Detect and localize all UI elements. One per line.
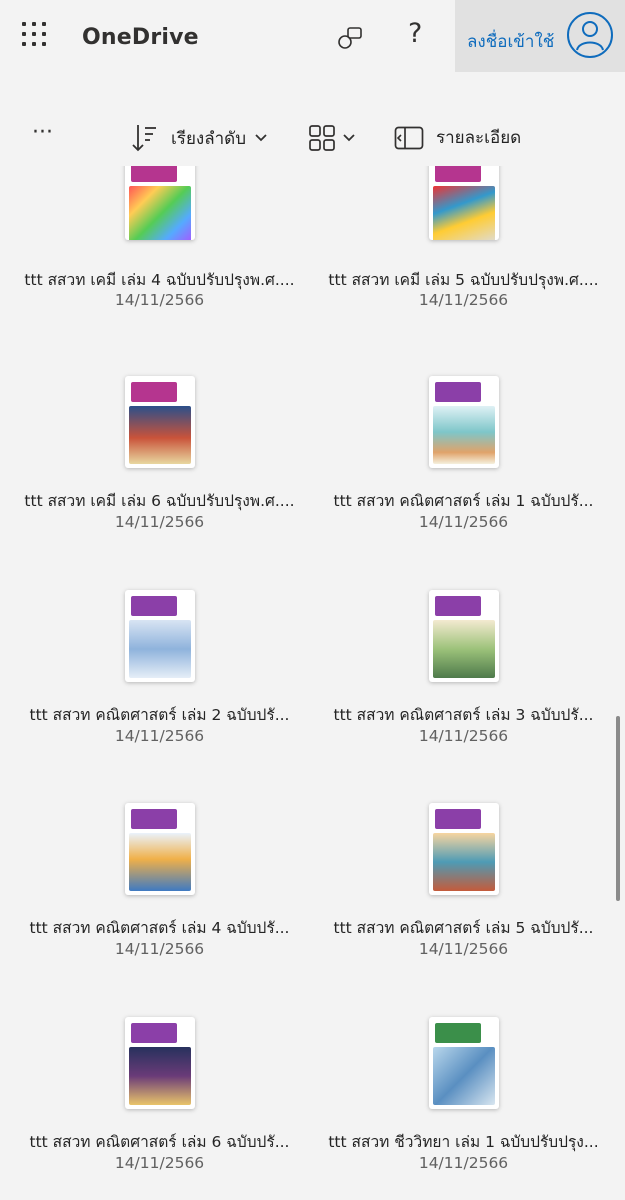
file-tile[interactable]: ttt สสวท คณิตศาสตร์ เล่ม 1 ฉบับปรั... 14… xyxy=(312,376,615,589)
file-thumbnail xyxy=(429,376,499,468)
cover-art xyxy=(129,406,191,464)
file-thumbnail xyxy=(429,166,499,240)
cover-badge xyxy=(483,598,493,610)
file-date: 14/11/2566 xyxy=(418,513,509,531)
cover-art xyxy=(129,1047,191,1105)
cover-badge xyxy=(179,384,189,396)
file-name: ttt สสวท เคมี เล่ม 4 ฉบับปรับปรุงพ.ศ.... xyxy=(24,271,295,289)
details-label: รายละเอียด xyxy=(436,128,522,148)
file-tile[interactable]: ttt สสวท คณิตศาสตร์ เล่ม 6 ฉบับปรั... 14… xyxy=(8,1017,311,1200)
file-tile[interactable]: ttt สสวท คณิตศาสตร์ เล่ม 3 ฉบับปรั... 14… xyxy=(312,590,615,803)
cover-badge xyxy=(483,166,493,176)
help-icon[interactable]: ? xyxy=(408,18,422,49)
signin-label: ลงชื่อเข้าใช้ xyxy=(467,32,555,52)
cover-art xyxy=(129,186,191,240)
cover-art xyxy=(433,186,495,240)
file-date: 14/11/2566 xyxy=(114,1154,205,1172)
signin-button[interactable]: ลงชื่อเข้าใช้ xyxy=(455,0,625,72)
file-name: ttt สสวท ชีววิทยา เล่ม 1 ฉบับปรับปรุง... xyxy=(328,1133,599,1151)
cover-art xyxy=(433,620,495,678)
file-thumbnail xyxy=(429,590,499,682)
sort-label: เรียงลำดับ xyxy=(171,128,246,149)
cover-badge xyxy=(179,598,189,610)
cover-band xyxy=(435,1023,481,1043)
file-date: 14/11/2566 xyxy=(114,940,205,958)
file-tile[interactable]: ttt สสวท คณิตศาสตร์ เล่ม 4 ฉบับปรั... 14… xyxy=(8,803,311,1016)
sort-button[interactable]: เรียงลำดับ xyxy=(131,122,268,154)
cover-badge xyxy=(179,1025,189,1037)
file-tile[interactable]: ttt สสวท คณิตศาสตร์ เล่ม 2 ฉบับปรั... 14… xyxy=(8,590,311,803)
chevron-down-icon xyxy=(343,134,355,142)
cover-band xyxy=(435,382,481,402)
grid-view-icon xyxy=(309,125,335,151)
cover-badge xyxy=(179,811,189,823)
more-options-button[interactable]: ··· xyxy=(32,120,53,145)
cover-band xyxy=(131,809,177,829)
cover-band xyxy=(435,596,481,616)
cover-badge xyxy=(179,166,189,176)
file-thumbnail xyxy=(125,166,195,240)
file-thumbnail xyxy=(429,1017,499,1109)
file-name: ttt สสวท คณิตศาสตร์ เล่ม 2 ฉบับปรั... xyxy=(29,706,290,724)
cover-band xyxy=(131,166,177,182)
cover-art xyxy=(433,1047,495,1105)
cover-art xyxy=(433,833,495,891)
app-title[interactable]: OneDrive xyxy=(82,25,199,50)
cover-badge xyxy=(483,1025,493,1037)
file-tile[interactable]: ttt สสวท เคมี เล่ม 4 ฉบับปรับปรุงพ.ศ....… xyxy=(8,166,311,369)
file-date: 14/11/2566 xyxy=(114,513,205,531)
cover-art xyxy=(129,833,191,891)
file-date: 14/11/2566 xyxy=(418,940,509,958)
sort-icon xyxy=(132,125,156,152)
cover-band xyxy=(131,382,177,402)
cover-band xyxy=(435,166,481,182)
file-tile[interactable]: ttt สสวท เคมี เล่ม 5 ฉบับปรับปรุงพ.ศ....… xyxy=(312,166,615,369)
command-bar: ··· เรียงลำดับ รายละเอียด xyxy=(0,110,625,166)
file-grid: ttt สสวท เคมี เล่ม 4 ฉบับปรับปรุงพ.ศ....… xyxy=(0,166,625,1200)
cover-band xyxy=(131,596,177,616)
cover-badge xyxy=(483,384,493,396)
file-thumbnail xyxy=(125,376,195,468)
file-thumbnail xyxy=(125,590,195,682)
cover-band xyxy=(131,1023,177,1043)
file-thumbnail xyxy=(429,803,499,895)
file-name: ttt สสวท เคมี เล่ม 6 ฉบับปรับปรุงพ.ศ.... xyxy=(24,492,295,510)
feedback-icon[interactable] xyxy=(336,24,364,52)
file-date: 14/11/2566 xyxy=(114,291,205,309)
file-date: 14/11/2566 xyxy=(418,1154,509,1172)
file-thumbnail xyxy=(125,803,195,895)
file-tile[interactable]: ttt สสวท ชีววิทยา เล่ม 1 ฉบับปรับปรุง...… xyxy=(312,1017,615,1200)
app-header: OneDrive ? ลงชื่อเข้าใช้ xyxy=(0,0,625,76)
file-name: ttt สสวท คณิตศาสตร์ เล่ม 6 ฉบับปรั... xyxy=(29,1133,290,1151)
file-name: ttt สสวท เคมี เล่ม 5 ฉบับปรับปรุงพ.ศ.... xyxy=(328,271,599,289)
cover-art xyxy=(433,406,495,464)
details-pane-button[interactable]: รายละเอียด xyxy=(394,124,521,151)
app-launcher-icon[interactable] xyxy=(22,22,48,48)
avatar-icon xyxy=(567,12,613,58)
cover-band xyxy=(435,809,481,829)
file-thumbnail xyxy=(125,1017,195,1109)
file-name: ttt สสวท คณิตศาสตร์ เล่ม 3 ฉบับปรั... xyxy=(333,706,594,724)
file-name: ttt สสวท คณิตศาสตร์ เล่ม 1 ฉบับปรั... xyxy=(333,492,594,510)
cover-badge xyxy=(483,811,493,823)
file-tile[interactable]: ttt สสวท เคมี เล่ม 6 ฉบับปรับปรุงพ.ศ....… xyxy=(8,376,311,589)
file-name: ttt สสวท คณิตศาสตร์ เล่ม 4 ฉบับปรั... xyxy=(29,919,290,937)
vertical-scrollbar[interactable] xyxy=(616,716,620,901)
file-date: 14/11/2566 xyxy=(114,727,205,745)
cover-art xyxy=(129,620,191,678)
view-options-button[interactable] xyxy=(308,124,356,152)
chevron-down-icon xyxy=(255,134,267,142)
file-date: 14/11/2566 xyxy=(418,727,509,745)
details-pane-icon xyxy=(394,126,424,149)
file-date: 14/11/2566 xyxy=(418,291,509,309)
file-tile[interactable]: ttt สสวท คณิตศาสตร์ เล่ม 5 ฉบับปรั... 14… xyxy=(312,803,615,1016)
file-name: ttt สสวท คณิตศาสตร์ เล่ม 5 ฉบับปรั... xyxy=(333,919,594,937)
